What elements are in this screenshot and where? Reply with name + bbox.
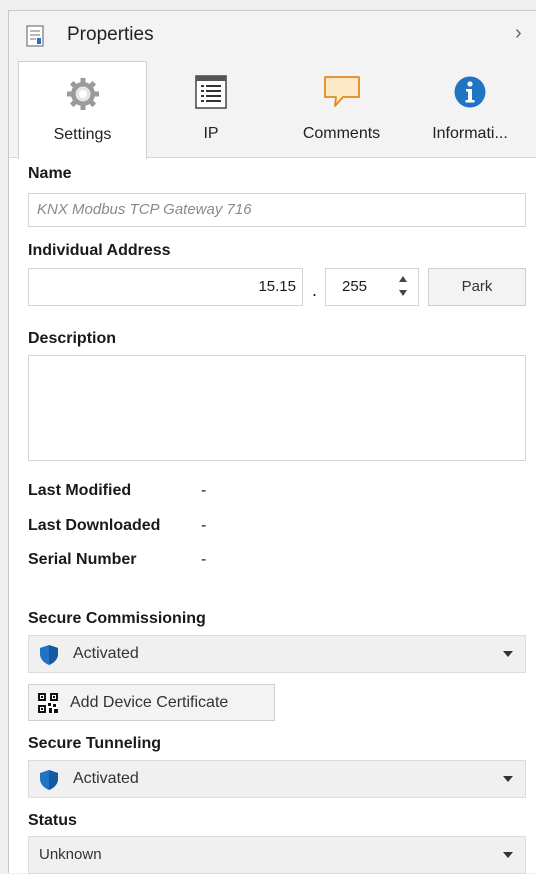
last-modified-value: - (201, 482, 207, 499)
panel-header: Properties › (9, 11, 536, 61)
tab-information[interactable]: Informati... (407, 61, 533, 157)
park-button[interactable]: Park (428, 268, 526, 306)
tab-settings-label: Settings (53, 126, 112, 143)
description-label: Description (28, 330, 117, 347)
info-icon (454, 76, 486, 108)
chevron-right-icon[interactable]: › (515, 22, 522, 45)
secure-tunneling-value: Activated (73, 770, 139, 787)
status-label: Status (28, 812, 77, 829)
panel-title: Properties (67, 24, 154, 45)
chevron-down-icon (503, 651, 513, 657)
tab-ip-label: IP (203, 125, 219, 142)
address-prefix-value: 15.15 (258, 278, 296, 295)
shield-icon (40, 645, 58, 665)
secure-commissioning-label: Secure Commissioning (28, 610, 206, 627)
device-address-value: 255 (342, 278, 368, 295)
add-device-certificate-button[interactable]: Add Device Certificate (28, 684, 275, 721)
address-prefix-field[interactable]: 15.15 (28, 268, 303, 306)
status-select[interactable]: Unknown (28, 836, 526, 874)
tab-settings[interactable]: Settings (18, 61, 147, 159)
secure-commissioning-value: Activated (73, 645, 139, 662)
last-modified-label: Last Modified (28, 482, 132, 499)
qr-code-icon (38, 693, 58, 713)
spin-down-icon[interactable] (399, 290, 407, 296)
last-downloaded-label: Last Downloaded (28, 517, 161, 534)
list-window-icon (195, 75, 227, 109)
name-label: Name (28, 165, 72, 182)
shield-icon (40, 770, 58, 790)
gear-icon (66, 78, 99, 110)
description-field[interactable] (28, 355, 526, 461)
status-value: Unknown (39, 846, 102, 863)
chevron-down-icon (503, 776, 513, 782)
secure-tunneling-label: Secure Tunneling (28, 735, 162, 752)
chevron-down-icon (503, 852, 513, 858)
name-value: KNX Modbus TCP Gateway 716 (37, 201, 252, 218)
serial-number-label: Serial Number (28, 551, 137, 568)
comment-icon (323, 76, 360, 107)
serial-number-value: - (201, 551, 207, 568)
individual-address-label: Individual Address (28, 242, 171, 259)
name-field[interactable]: KNX Modbus TCP Gateway 716 (28, 193, 526, 227)
properties-panel: Properties › Settings IP Comments Inform… (8, 10, 536, 874)
tab-comments[interactable]: Comments (276, 61, 407, 157)
tab-comments-label: Comments (302, 125, 381, 142)
tab-bar: Settings IP Comments Informati... (9, 61, 536, 159)
document-icon (26, 25, 44, 47)
add-device-certificate-label: Add Device Certificate (70, 694, 229, 711)
last-downloaded-value: - (201, 517, 207, 534)
address-separator: . (312, 280, 318, 300)
spin-up-icon[interactable] (399, 276, 407, 282)
tab-information-label: Informati... (432, 125, 508, 142)
secure-commissioning-select[interactable]: Activated (28, 635, 526, 673)
secure-tunneling-select[interactable]: Activated (28, 760, 526, 798)
tab-ip[interactable]: IP (146, 61, 276, 157)
device-address-spinner[interactable]: 255 (325, 268, 419, 306)
